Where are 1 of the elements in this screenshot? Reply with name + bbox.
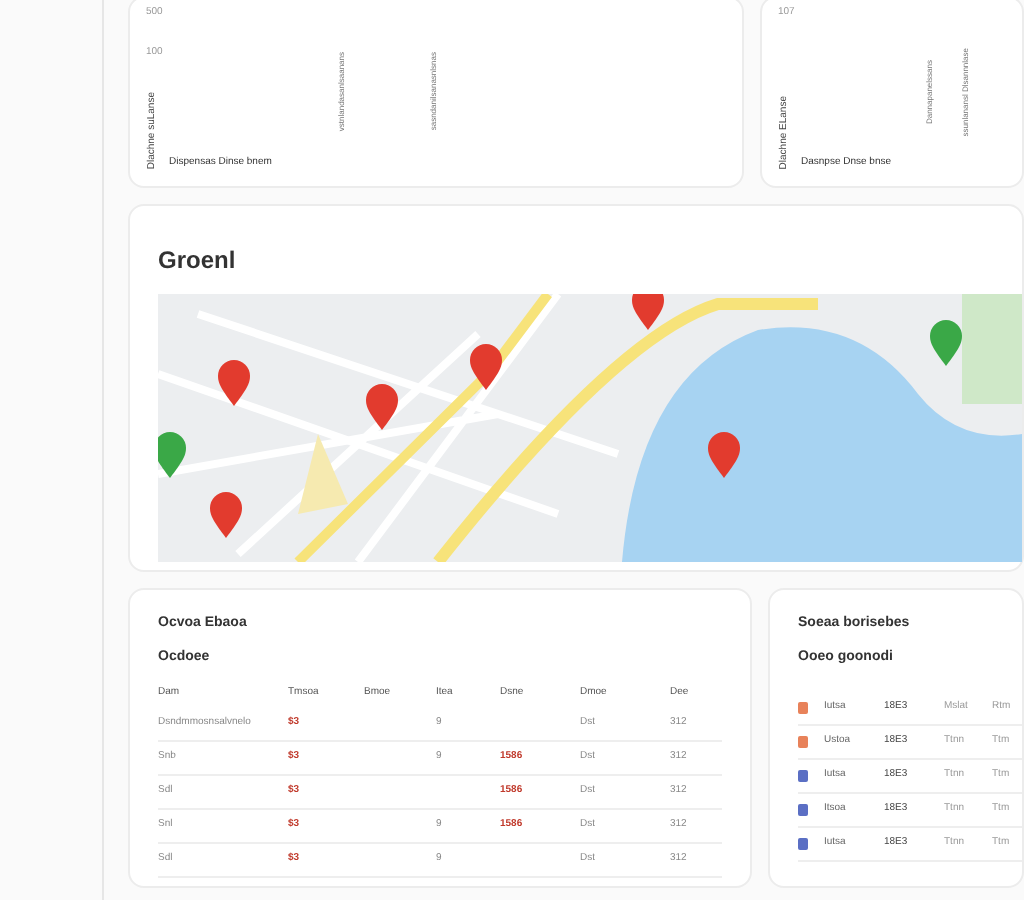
card-title: Groenl: [158, 244, 238, 278]
